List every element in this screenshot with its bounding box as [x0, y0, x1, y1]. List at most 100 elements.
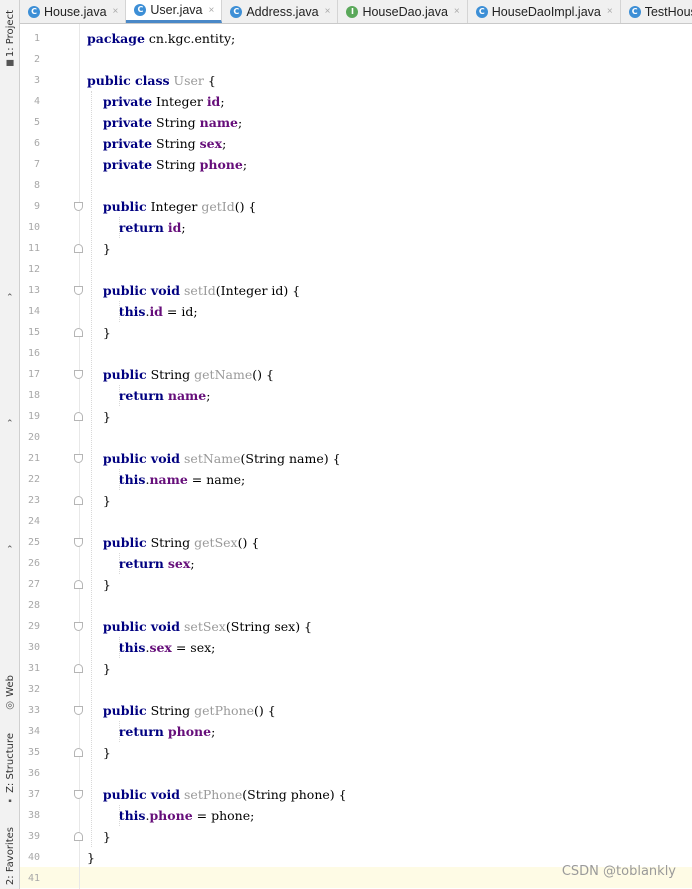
line-number: 27 [27, 579, 40, 590]
code-line[interactable]: private Integer id; [87, 91, 225, 112]
line-number: 3 [33, 75, 40, 86]
code-line[interactable]: public void setSex(String sex) { [87, 616, 312, 637]
close-tab-icon[interactable]: × [209, 5, 215, 16]
editor-tab[interactable]: C User.java × [126, 0, 223, 23]
web-tab-label: Web [4, 675, 16, 697]
code-line[interactable]: public void setName(String name) { [87, 448, 341, 469]
code-line[interactable]: this.phone = phone; [87, 805, 255, 826]
close-tab-icon[interactable]: × [454, 6, 460, 17]
code-token: this [118, 304, 146, 319]
fold-marker-icon[interactable] [74, 790, 83, 799]
editor-tab[interactable]: C Address.java × [222, 0, 339, 23]
line-number: 40 [27, 852, 40, 863]
code-line[interactable]: public String getSex() { [87, 532, 259, 553]
code-line[interactable]: this.name = name; [87, 469, 245, 490]
line-number: 10 [27, 222, 40, 233]
code-editor[interactable]: 1 2 3 4 5 6 7 8 9 10 11 12 13 14 15 16 17 18 19 20 21 22 23 24 2… [20, 24, 692, 889]
code-token: getPhone [194, 703, 255, 718]
code-line[interactable]: private String name; [87, 112, 242, 133]
line-number: 5 [33, 117, 40, 128]
code-line[interactable]: private String sex; [87, 133, 226, 154]
class-icon: C [628, 5, 641, 18]
code-line[interactable]: public String getPhone() { [87, 700, 276, 721]
line-number: 38 [27, 810, 40, 821]
web-tool-tab[interactable]: Web ◎ [0, 672, 20, 714]
fold-marker-icon[interactable] [74, 580, 83, 589]
fold-marker-icon[interactable] [74, 664, 83, 673]
code-line[interactable]: public Integer getId() { [87, 196, 256, 217]
fold-marker-icon[interactable] [74, 244, 83, 253]
editor-tab[interactable]: C TestHous [621, 0, 692, 23]
structure-tool-tab[interactable]: Z: Structure ▪ [0, 732, 20, 808]
favorites-tool-tab[interactable]: 2: Favorites [0, 826, 20, 886]
code-token: name [199, 115, 239, 130]
line-number: 14 [27, 306, 40, 317]
code-line[interactable]: this.id = id; [87, 301, 198, 322]
fold-marker-icon[interactable] [74, 412, 83, 421]
line-number: 1 [33, 33, 40, 44]
code-line[interactable]: package cn.kgc.entity; [87, 28, 235, 49]
code-line[interactable]: return sex; [87, 553, 195, 574]
code-token: id [149, 304, 163, 319]
fold-marker-icon[interactable] [74, 832, 83, 841]
line-number: 19 [27, 411, 40, 422]
line-number: 2 [33, 54, 40, 65]
code-line[interactable]: } [87, 847, 95, 868]
collapse-marker-icon: ⌃ [6, 418, 14, 428]
fold-marker-icon[interactable] [74, 748, 83, 757]
code-token: ; [242, 157, 248, 172]
editor-tab[interactable]: C HouseDaoImpl.java × [468, 0, 621, 23]
code-token: this [118, 808, 146, 823]
fold-marker-icon[interactable] [74, 454, 83, 463]
code-token: setPhone [184, 787, 243, 802]
line-number: 12 [27, 264, 40, 275]
code-token: return [118, 724, 164, 739]
indent-guide [119, 469, 120, 490]
tab-label: Address.java [246, 4, 319, 19]
close-tab-icon[interactable]: × [607, 6, 613, 17]
close-tab-icon[interactable]: × [325, 6, 331, 17]
code-line[interactable]: return phone; [87, 721, 216, 742]
code-line[interactable]: public class User { [87, 70, 216, 91]
code-token: String [152, 157, 200, 172]
project-tool-tab[interactable]: 1: Project ▀ [0, 6, 20, 76]
fold-marker-icon[interactable] [74, 328, 83, 337]
code-line[interactable]: this.sex = sex; [87, 637, 216, 658]
editor-tab[interactable]: I HouseDao.java × [338, 0, 468, 23]
line-number: 41 [27, 873, 40, 884]
code-token: (String name) { [240, 451, 341, 466]
code-line[interactable]: return id; [87, 217, 186, 238]
editor-tab[interactable]: C House.java × [20, 0, 127, 23]
code-line[interactable]: public void setId(Integer id) { [87, 280, 300, 301]
fold-marker-icon[interactable] [74, 286, 83, 295]
code-token: name [167, 388, 207, 403]
code-token: { [203, 73, 216, 88]
code-token: getSex [194, 535, 238, 550]
line-number: 30 [27, 642, 40, 653]
code-token: Integer [146, 199, 202, 214]
fold-marker-icon[interactable] [74, 622, 83, 631]
code-token: sex [167, 556, 191, 571]
code-token: public [102, 199, 147, 214]
close-tab-icon[interactable]: × [113, 6, 119, 17]
fold-marker-icon[interactable] [74, 202, 83, 211]
project-tab-label: 1: Project [4, 10, 16, 58]
code-line[interactable]: private String phone; [87, 154, 247, 175]
fold-marker-icon[interactable] [74, 538, 83, 547]
fold-marker-icon[interactable] [74, 496, 83, 505]
code-line[interactable]: public void setPhone(String phone) { [87, 784, 347, 805]
code-token: String [146, 703, 195, 718]
code-line[interactable]: return name; [87, 385, 211, 406]
class-icon: C [475, 5, 488, 18]
code-token: private [102, 94, 153, 109]
watermark: CSDN @toblankly [561, 864, 676, 879]
code-line[interactable]: public String getName() { [87, 364, 274, 385]
indent-guide [119, 385, 120, 406]
fold-marker-icon[interactable] [74, 706, 83, 715]
code-token: setSex [184, 619, 226, 634]
fold-marker-icon[interactable] [74, 370, 83, 379]
code-token: private [102, 115, 153, 130]
indent-guide [119, 805, 120, 826]
